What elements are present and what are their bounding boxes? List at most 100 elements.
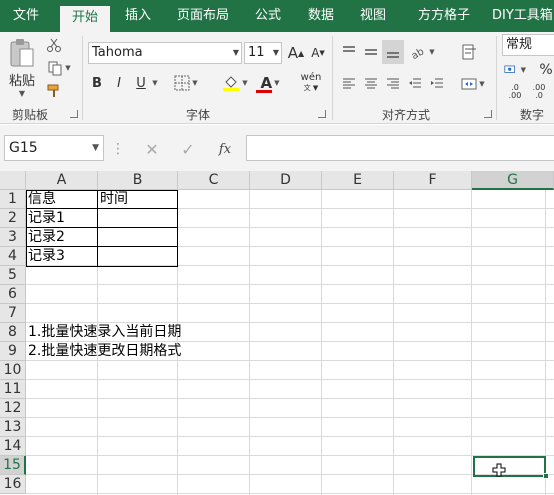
alignment-launcher-icon[interactable] [484,110,492,118]
column-header-a[interactable]: A [26,171,98,190]
increase-decimal-button[interactable]: .0 .00 [504,82,526,102]
align-top-icon[interactable] [340,42,358,62]
font-color-button[interactable]: A ▼ [256,72,284,94]
chevron-down-icon: ▼ [232,48,239,57]
row-header-4[interactable]: 4 [0,247,26,266]
worksheet-grid: A B C D E F G 1 2 3 4 5 6 7 8 9 10 11 12… [0,171,554,495]
name-box-value: G15 [9,140,38,156]
column-header-f[interactable]: F [394,171,472,190]
cell-a9[interactable]: 2.批量快速更改日期格式 [26,342,181,361]
paste-dropdown-icon[interactable]: ▼ [12,88,32,98]
row-header-10[interactable]: 10 [0,361,26,380]
row-header-14[interactable]: 14 [0,437,26,456]
orientation-icon[interactable]: ab ▼ [408,42,438,62]
italic-button[interactable]: I [110,72,128,94]
row-header-16[interactable]: 16 [0,475,26,494]
fill-handle[interactable] [543,473,549,479]
cell-a4[interactable]: 记录3 [26,247,65,266]
increase-indent-icon[interactable] [428,74,446,94]
formula-bar-handle-icon[interactable]: ⋮ [111,139,125,159]
cell-a2[interactable]: 记录1 [26,209,65,228]
tab-view[interactable]: 视图 [352,0,394,32]
chevron-down-icon: ▼ [92,143,99,153]
insert-function-button[interactable]: fx [214,139,236,159]
column-header-e[interactable]: E [322,171,394,190]
column-header-g[interactable]: G [472,171,554,190]
tab-home[interactable]: 开始 [60,6,110,32]
ribbon-tab-bar: 文件 开始 插入 页面布局 公式 数据 视图 方方格子 DIY工具箱 [0,0,554,32]
number-format-dropdown[interactable]: 常规 [502,34,554,56]
tab-formulas[interactable]: 公式 [248,0,288,32]
align-middle-icon[interactable] [362,42,380,62]
number-format-value: 常规 [506,37,533,52]
row-header-6[interactable]: 6 [0,285,26,304]
row-header-8[interactable]: 8 [0,323,26,342]
cell-a3[interactable]: 记录2 [26,228,65,247]
accounting-format-icon[interactable]: ▼ [504,60,526,80]
tab-file[interactable]: 文件 [0,0,52,32]
row-header-9[interactable]: 9 [0,342,26,361]
copy-icon[interactable]: ▼ [44,58,74,78]
cell-a8[interactable]: 1.批量快速录入当前日期 [26,323,181,342]
formula-bar: G15 ▼ ⋮ ✕ ✓ fx [0,125,554,171]
row-header-2[interactable]: 2 [0,209,26,228]
cell-b1[interactable]: 时间 [98,190,128,209]
align-center-icon[interactable] [362,74,380,94]
row-header-15[interactable]: 15 [0,456,26,475]
row-header-3[interactable]: 3 [0,228,26,247]
formula-input[interactable] [246,135,554,161]
row-header-13[interactable]: 13 [0,418,26,437]
font-name-dropdown[interactable]: Tahoma ▼ [88,42,242,64]
format-painter-icon[interactable] [44,81,64,101]
decrease-decimal-button[interactable]: .00 .0 [528,82,550,102]
borders-button[interactable]: ▼ [168,72,204,94]
tab-page-layout[interactable]: 页面布局 [170,0,236,32]
font-group-label: 字体 [186,108,211,122]
active-cell-g15[interactable] [473,456,546,477]
percent-style-button[interactable]: % [538,60,554,80]
underline-dropdown-icon[interactable]: ▼ [150,72,160,94]
tab-insert[interactable]: 插入 [116,0,160,32]
number-group-label: 数字 [520,108,545,122]
merge-center-icon[interactable]: ▼ [456,74,490,94]
gridline [471,190,472,495]
tab-diy-toolbox[interactable]: DIY工具箱 [486,0,554,32]
decrease-indent-icon[interactable] [406,74,424,94]
paste-button[interactable]: 粘贴 [6,70,38,89]
row-header-11[interactable]: 11 [0,380,26,399]
align-bottom-icon[interactable] [382,40,404,64]
row-header-1[interactable]: 1 [0,190,26,209]
row-header-12[interactable]: 12 [0,399,26,418]
paste-icon[interactable] [6,36,38,70]
confirm-entry-icon[interactable]: ✓ [178,139,198,159]
underline-button[interactable]: U [132,72,150,94]
row-header-5[interactable]: 5 [0,266,26,285]
cancel-entry-icon[interactable]: ✕ [142,139,162,159]
column-header-d[interactable]: D [250,171,322,190]
align-left-icon[interactable] [340,74,358,94]
grow-font-button[interactable]: A ▲ [286,42,306,64]
font-size-dropdown[interactable]: 11 ▼ [244,42,282,64]
phonetic-button[interactable]: wén 文 ▼ [296,70,326,96]
gridline [321,190,322,495]
wrap-text-icon[interactable] [458,42,482,62]
gridline [393,190,394,495]
align-right-icon[interactable] [384,74,402,94]
bold-button[interactable]: B [88,72,106,94]
font-launcher-icon[interactable] [318,110,326,118]
cell-a1[interactable]: 信息 [26,190,56,209]
shrink-font-button[interactable]: A ▼ [308,42,328,64]
row-header-7[interactable]: 7 [0,304,26,323]
tab-fangfang[interactable]: 方方格子 [404,0,484,32]
column-header-b[interactable]: B [98,171,178,190]
tab-data[interactable]: 数据 [300,0,342,32]
select-all-corner[interactable] [0,171,26,190]
cut-icon[interactable] [44,35,64,55]
fill-color-button[interactable]: ▼ [216,72,254,94]
column-header-c[interactable]: C [178,171,250,190]
borders-icon [174,75,190,91]
group-divider [332,36,333,120]
clipboard-launcher-icon[interactable] [70,110,78,118]
name-box[interactable]: G15 ▼ [4,135,104,161]
grow-font-icon: A [287,44,299,62]
